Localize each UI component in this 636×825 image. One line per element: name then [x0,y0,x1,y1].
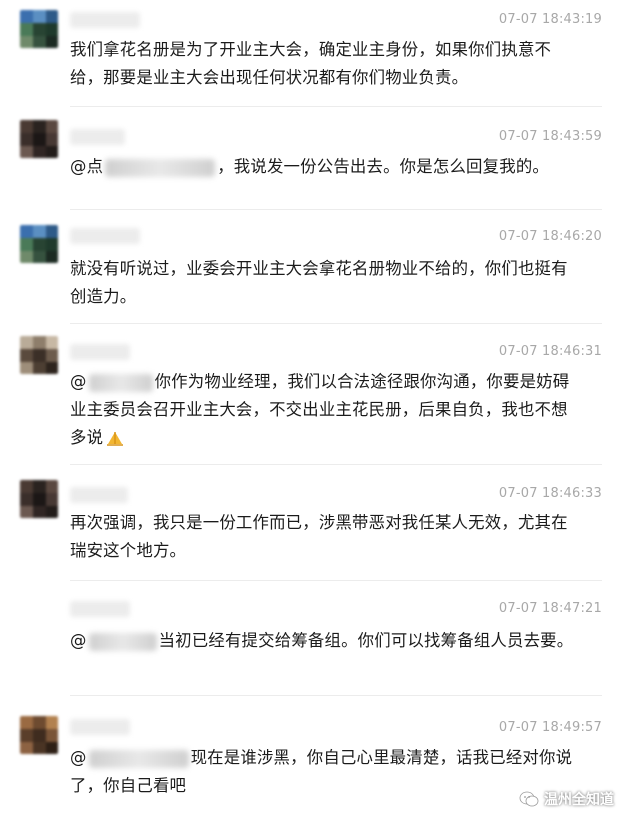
avatar-pixel [46,729,58,742]
comment-text: @点 ，我说发一份公告出去。你是怎么回复我的。 [70,157,549,177]
avatar-pixel [20,238,33,251]
avatar-pixel [46,480,58,493]
divider [70,323,602,324]
avatar-pixel [46,506,58,518]
avatar-pixel [46,493,58,506]
comment-text: 就没有听说过，业委会开业主大会拿花名册物业不给的，你们也挺有创造力。 [70,259,568,306]
avatar[interactable] [20,480,58,518]
username-blurred [70,228,140,244]
avatar-pixel [20,336,33,349]
comment-text: 我们拿花名册是为了开业主大会，确定业主身份，如果你们执意不给，那要是业主大会出现… [70,40,552,87]
divider [70,209,602,210]
comment-time: 07-07 18:43:19 [498,12,602,27]
avatar-pixel [46,120,58,133]
comment-text: @ 你作为物业经理，我们以合法途径跟你沟通，你要是妨碍业主委员会召开业主大会，不交… [70,372,570,447]
avatar-pixel [20,133,33,146]
avatar-pixel [33,716,46,729]
avatar-pixel [33,36,46,48]
comment-text: 再次强调，我只是一份工作而已，涉黑带恶对我任某人无效，尤其在瑞安这个地方。 [70,513,568,560]
comment-time: 07-07 18:46:33 [498,486,602,501]
avatar-pixel [33,742,46,754]
avatar-pixel [33,251,46,263]
username-blurred [70,719,130,735]
avatar-pixel [20,23,33,36]
username-blurred [70,12,140,28]
mention-blurred [105,158,216,177]
watermark-text: 温州全知道 [544,792,614,808]
comment-time: 07-07 18:47:21 [498,601,602,616]
avatar-pixel [20,36,33,48]
avatar-pixel [33,349,46,362]
avatar-pixel [20,493,33,506]
username-blurred [70,487,128,503]
comment-time: 07-07 18:49:57 [498,720,602,735]
mention-blurred [88,632,157,651]
avatar-pixel [20,120,33,133]
avatar-pixel [20,362,33,374]
watermark: 温州全知道 [519,789,614,809]
avatar-pixel [20,251,33,263]
avatar[interactable] [20,120,58,158]
avatar-pixel [46,133,58,146]
avatar-pixel [46,251,58,263]
avatar-pixel [20,729,33,742]
wechat-icon [519,791,539,807]
avatar-pixel [33,120,46,133]
avatar-pixel [33,133,46,146]
comment-text: @ 现在是谁涉黑，你自己心里最清楚，话我已经对你说了，你自己看吧 [70,748,573,795]
avatar-pixel [33,480,46,493]
avatar-pixel [20,480,33,493]
avatar-pixel [46,742,58,754]
username-blurred [70,129,125,145]
avatar[interactable] [20,10,58,48]
mention[interactable]: @ [70,748,87,767]
avatar-pixel [33,146,46,158]
avatar-pixel [33,362,46,374]
avatar-pixel [46,238,58,251]
avatar-pixel [33,23,46,36]
avatar-pixel [20,225,33,238]
avatar-pixel [46,36,58,48]
avatar-pixel [46,225,58,238]
folded-hands-emoji-icon [105,427,125,446]
mention-blurred [88,373,153,392]
comment-time: 07-07 18:46:20 [498,229,602,244]
divider [70,695,602,696]
divider [70,580,602,581]
username-blurred [70,601,130,617]
mention[interactable]: @点 [70,157,103,176]
avatar-pixel [46,10,58,23]
divider [70,106,602,107]
avatar[interactable] [20,336,58,374]
avatar-pixel [33,493,46,506]
avatar-pixel [33,729,46,742]
avatar[interactable] [20,716,58,754]
avatar-pixel [20,742,33,754]
avatar-pixel [46,23,58,36]
avatar-pixel [46,336,58,349]
divider [70,464,602,465]
avatar-pixel [46,349,58,362]
comment-time: 07-07 18:43:59 [498,129,602,144]
avatar-pixel [20,716,33,729]
mention[interactable]: @ [70,372,87,391]
avatar-pixel [20,349,33,362]
avatar-pixel [33,225,46,238]
avatar-pixel [33,506,46,518]
mention[interactable]: @ [70,631,87,650]
username-blurred [70,344,130,360]
comment-time: 07-07 18:46:31 [498,344,602,359]
avatar-pixel [46,716,58,729]
avatar-pixel [33,10,46,23]
mention-blurred [88,749,189,768]
avatar-pixel [20,10,33,23]
avatar-pixel [33,238,46,251]
avatar-pixel [20,146,33,158]
avatar-pixel [46,362,58,374]
avatar[interactable] [20,225,58,263]
avatar-pixel [20,506,33,518]
comment-text: @ 当初已经有提交给筹备组。你们可以找筹备组人员去要。 [70,631,574,651]
avatar-pixel [33,336,46,349]
avatar-pixel [46,146,58,158]
